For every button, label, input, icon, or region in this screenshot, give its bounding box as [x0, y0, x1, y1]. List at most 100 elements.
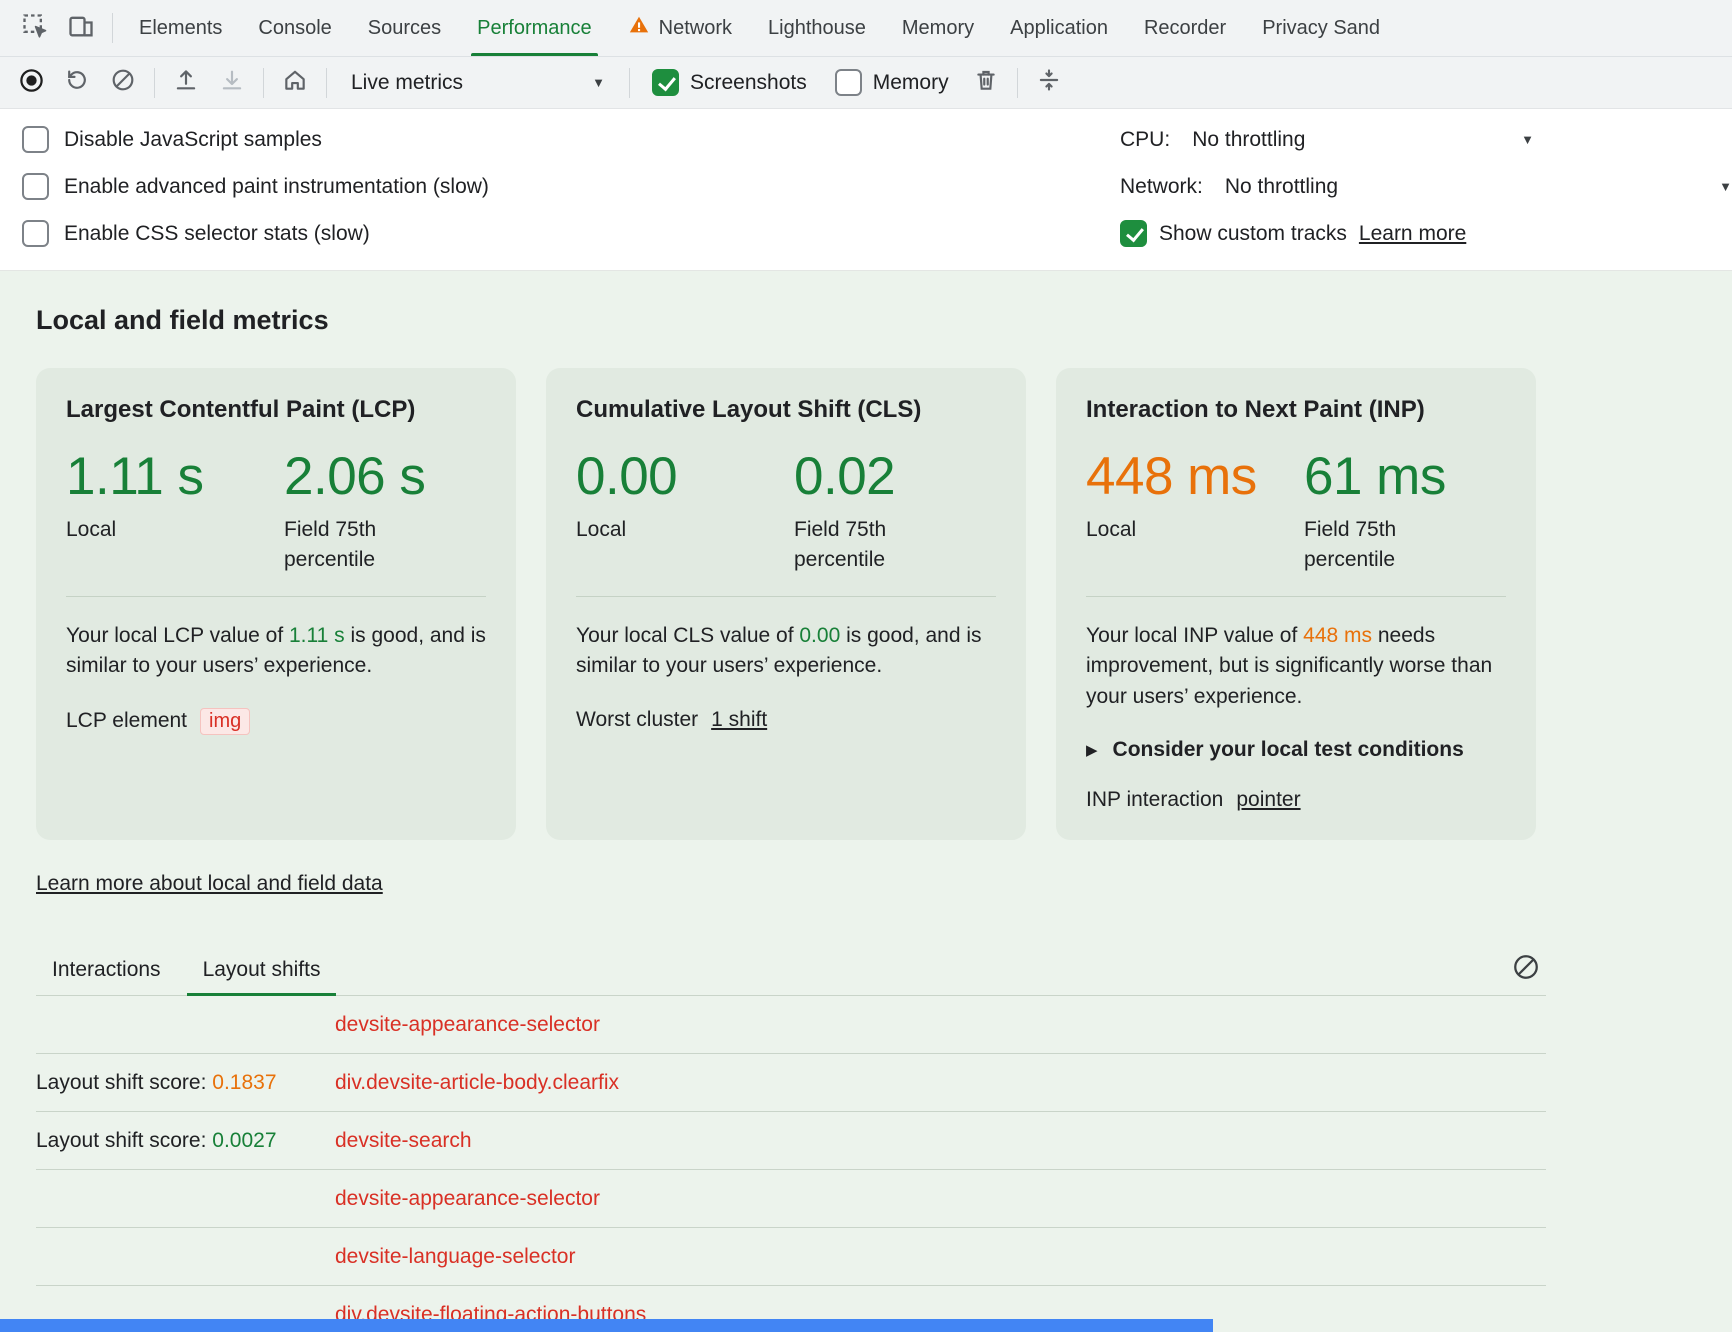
inp-card: Interaction to Next Paint (INP) 448 ms L… [1056, 368, 1536, 840]
tab-application[interactable]: Application [992, 0, 1126, 56]
tab-privacy-sandbox[interactable]: Privacy Sand [1244, 0, 1398, 56]
tab-label: Elements [139, 17, 222, 40]
tab-console[interactable]: Console [240, 0, 349, 56]
capture-options: Disable JavaScript samples Enable advanc… [22, 116, 489, 257]
network-value: No throttling [1225, 175, 1338, 199]
element-node-link[interactable]: div.devsite-article-body.clearfix [335, 1071, 619, 1095]
live-metrics-home-button[interactable] [272, 63, 318, 103]
tab-lighthouse[interactable]: Lighthouse [750, 0, 884, 56]
inp-local-block: 448 ms Local [1086, 448, 1304, 574]
worst-cluster-link[interactable]: 1 shift [711, 708, 767, 732]
score-cell: Layout shift score: 0.0027 [36, 1129, 335, 1153]
tab-label: Console [258, 17, 331, 40]
cls-field-block: 0.02 Field 75th percentile [794, 448, 926, 574]
tab-network[interactable]: Network [610, 0, 750, 56]
cls-values: 0.00 Local 0.02 Field 75th percentile [576, 448, 996, 574]
css-selector-stats-checkbox[interactable] [22, 220, 49, 247]
tab-memory[interactable]: Memory [884, 0, 992, 56]
card-divider [1086, 596, 1506, 597]
memory-checkbox[interactable] [835, 69, 862, 96]
panel-view-select[interactable]: Live metrics ▼ [335, 63, 621, 103]
show-custom-tracks-checkbox[interactable] [1120, 220, 1147, 247]
cls-description: Your local CLS value of 0.00 is good, an… [576, 621, 996, 682]
element-node-link[interactable]: devsite-appearance-selector [335, 1013, 600, 1037]
clear-button[interactable] [100, 63, 146, 103]
cpu-value: No throttling [1192, 128, 1305, 152]
clear-log-button[interactable] [1506, 950, 1546, 990]
option-label: Enable advanced paint instrumentation (s… [64, 175, 489, 199]
metric-cards: Largest Contentful Paint (LCP) 1.11 s Lo… [36, 368, 1732, 840]
desc-text: Your local LCP value of [66, 624, 289, 647]
inspect-icon [21, 12, 49, 45]
cpu-throttling-select[interactable]: CPU: No throttling ▼ [1120, 116, 1534, 163]
advanced-paint-instrumentation-option[interactable]: Enable advanced paint instrumentation (s… [22, 163, 489, 210]
inp-interaction-label: INP interaction [1086, 788, 1223, 812]
inp-description: Your local INP value of 448 ms needs imp… [1086, 621, 1506, 712]
tab-interactions[interactable]: Interactions [36, 944, 177, 995]
disable-js-samples-option[interactable]: Disable JavaScript samples [22, 116, 489, 163]
panel-tabs: Elements Console Sources Performance Net… [121, 0, 1398, 56]
card-divider [66, 596, 486, 597]
score-label: Layout shift score: [36, 1071, 212, 1094]
layout-shift-row[interactable]: devsite-language-selector [36, 1228, 1546, 1286]
layout-shift-row[interactable]: Layout shift score: 0.0027 devsite-searc… [36, 1112, 1546, 1170]
layout-shift-row[interactable]: Layout shift score: 0.1837 div.devsite-a… [36, 1054, 1546, 1112]
live-metrics-log: Interactions Layout shifts devsite-appea… [36, 944, 1546, 1332]
cpu-label: CPU: [1120, 128, 1170, 152]
show-custom-tracks-row: Show custom tracks Learn more [1120, 210, 1732, 257]
inspect-element-button[interactable] [12, 7, 58, 49]
lcp-description: Your local LCP value of 1.11 s is good, … [66, 621, 486, 682]
screenshots-checkbox[interactable] [652, 69, 679, 96]
record-and-reload-button[interactable] [54, 63, 100, 103]
throttling-settings: CPU: No throttling ▼ Network: No throttl… [1120, 116, 1732, 257]
log-tabs: Interactions Layout shifts [36, 944, 1546, 996]
inp-values: 448 ms Local 61 ms Field 75th percentile [1086, 448, 1506, 574]
element-node-link[interactable]: devsite-search [335, 1129, 472, 1153]
inp-interaction-link[interactable]: pointer [1236, 788, 1300, 812]
cls-field-label: Field 75th percentile [794, 515, 926, 574]
network-throttling-select[interactable]: Network: No throttling ▼ [1120, 163, 1732, 210]
collect-garbage-button[interactable] [963, 63, 1009, 103]
tab-label: Recorder [1144, 17, 1226, 40]
memory-label: Memory [873, 71, 949, 95]
download-icon [219, 67, 245, 98]
element-node-link[interactable]: devsite-appearance-selector [335, 1187, 600, 1211]
local-field-data-learn-more-link[interactable]: Learn more about local and field data [36, 872, 383, 896]
tab-performance[interactable]: Performance [459, 0, 610, 56]
screenshots-checkbox-row[interactable]: Screenshots [652, 69, 807, 96]
local-test-conditions-disclosure[interactable]: ▶ Consider your local test conditions [1086, 738, 1506, 762]
tab-label: Sources [368, 17, 441, 40]
custom-tracks-learn-more-link[interactable]: Learn more [1359, 222, 1466, 246]
inp-field-label: Field 75th percentile [1304, 515, 1436, 574]
disable-js-samples-checkbox[interactable] [22, 126, 49, 153]
element-node-link[interactable]: devsite-language-selector [335, 1245, 575, 1269]
layout-shift-row[interactable]: devsite-appearance-selector [36, 1170, 1546, 1228]
lcp-field-value: 2.06 s [284, 448, 425, 505]
desc-value: 448 ms [1303, 624, 1372, 647]
toolbar-separator [154, 68, 155, 98]
memory-checkbox-row[interactable]: Memory [835, 69, 949, 96]
desc-text: Your local INP value of [1086, 624, 1303, 647]
option-label: Disable JavaScript samples [64, 128, 322, 152]
tab-elements[interactable]: Elements [121, 0, 240, 56]
cls-field-value: 0.02 [794, 448, 926, 505]
lcp-card-title: Largest Contentful Paint (LCP) [66, 396, 486, 424]
devtools-tabbar: Elements Console Sources Performance Net… [0, 0, 1732, 57]
device-toolbar-button[interactable] [58, 7, 104, 49]
record-button[interactable] [8, 63, 54, 103]
css-selector-stats-option[interactable]: Enable CSS selector stats (slow) [22, 210, 489, 257]
cls-local-block: 0.00 Local [576, 448, 794, 574]
save-profile-button[interactable] [209, 63, 255, 103]
layout-shift-row[interactable]: devsite-appearance-selector [36, 996, 1546, 1054]
load-profile-button[interactable] [163, 63, 209, 103]
tab-recorder[interactable]: Recorder [1126, 0, 1244, 56]
advanced-paint-instrumentation-checkbox[interactable] [22, 173, 49, 200]
desc-value: 1.11 s [289, 624, 345, 647]
tab-sources[interactable]: Sources [350, 0, 459, 56]
inp-card-title: Interaction to Next Paint (INP) [1086, 396, 1506, 424]
tab-layout-shifts[interactable]: Layout shifts [187, 944, 337, 995]
inp-local-value: 448 ms [1086, 448, 1304, 505]
collapse-toolbar-button[interactable] [1026, 63, 1072, 103]
lcp-element-node-link[interactable]: img [200, 708, 250, 735]
lcp-card: Largest Contentful Paint (LCP) 1.11 s Lo… [36, 368, 516, 840]
